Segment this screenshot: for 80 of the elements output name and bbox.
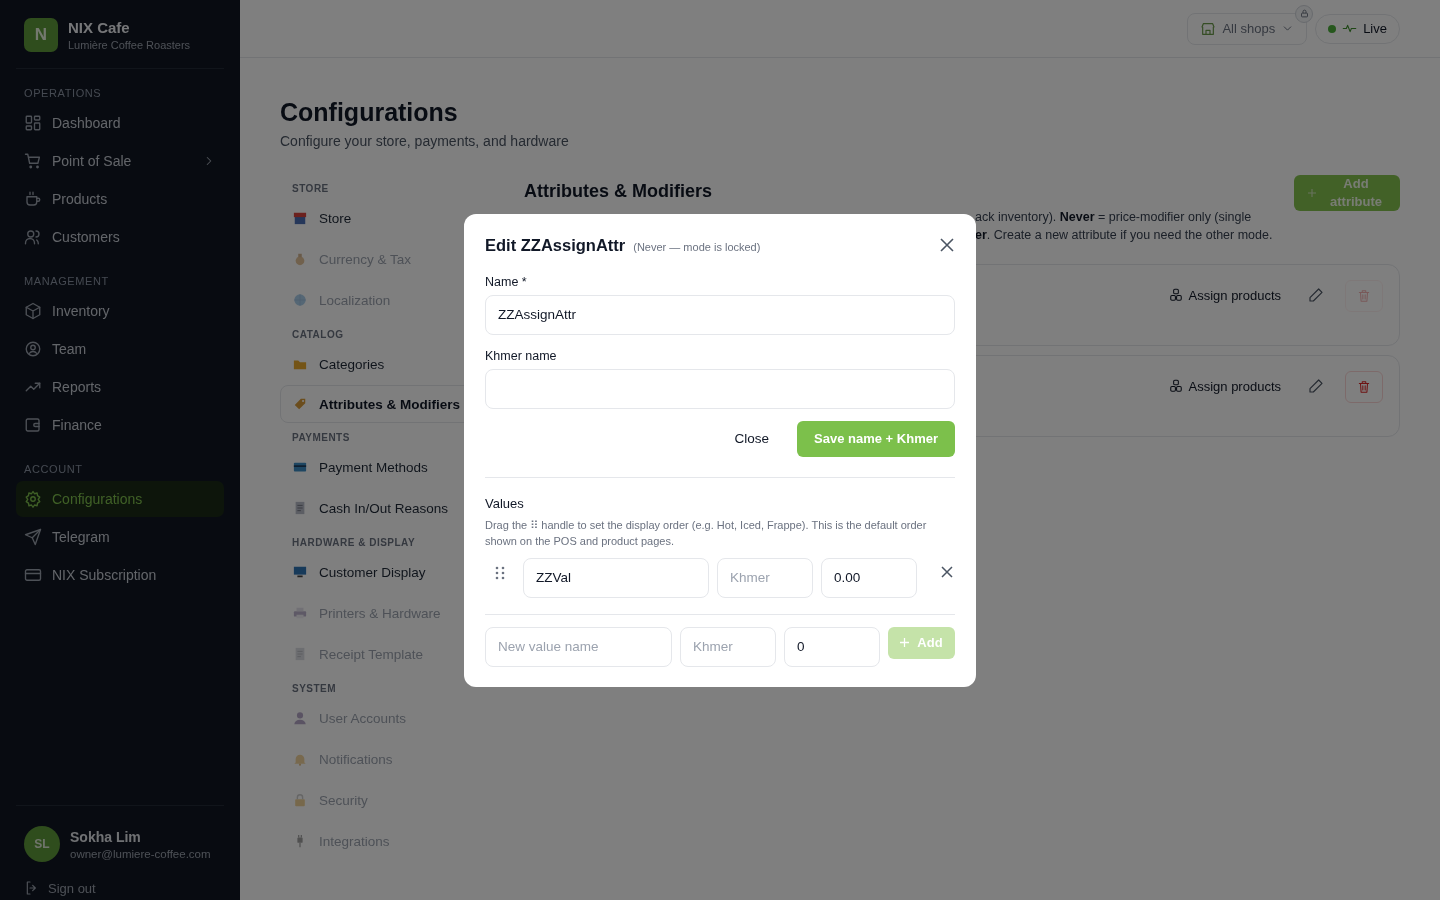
page-title: Configurations (280, 98, 459, 127)
shop-selector[interactable]: All shops (1187, 12, 1308, 45)
card-icon (24, 566, 42, 584)
shop-icon (293, 211, 307, 225)
sidebar-item[interactable]: Dashboard (16, 105, 224, 141)
store-icon (1200, 20, 1217, 37)
nav-section-heading: STORE (291, 182, 330, 196)
sidebar-item[interactable]: Configurations (16, 481, 224, 517)
dashboard-icon (24, 114, 42, 132)
sidebar-item[interactable]: NIX Subscription (16, 557, 224, 593)
drag-handle-icon[interactable] (493, 565, 507, 580)
user-email: owner@lumiere-coffee.com (70, 847, 211, 860)
cart-icon (24, 152, 42, 170)
live-status[interactable]: Live (1315, 13, 1400, 44)
nav-section-heading: HARDWARE & DISPLAY (291, 536, 417, 550)
wallet-icon (24, 416, 42, 434)
assign-products-button[interactable]: Assign products (1162, 280, 1287, 310)
sidebar-item[interactable]: Reports (16, 369, 224, 405)
nav-section-heading: CATALOG (291, 328, 345, 342)
khmer-name-input[interactable] (485, 368, 955, 409)
user-circle-icon (24, 340, 42, 358)
close-button[interactable]: Close (730, 427, 774, 450)
boxes-icon (1168, 288, 1183, 302)
description-text: ack inventory). Never = price-modifier only (single (975, 209, 1253, 226)
boxes-icon (1168, 379, 1183, 393)
monitor-icon (293, 565, 307, 579)
section-heading: OPERATIONS (23, 86, 103, 101)
brand-logo: N (24, 18, 58, 52)
send-icon (24, 528, 42, 546)
users-icon (24, 228, 42, 246)
panel-title: Attributes & Modifiers (524, 181, 713, 202)
plus-icon (1308, 189, 1316, 197)
cup-icon (24, 190, 42, 208)
trash-icon (1357, 380, 1371, 394)
nav-section-heading: PAYMENTS (291, 431, 351, 445)
user-name: Sokha Lim (70, 828, 142, 845)
brand-name: NIX Cafe (68, 19, 131, 36)
box-icon (24, 302, 42, 320)
values-heading: Values (485, 495, 525, 511)
field-label: Khmer name (485, 348, 558, 363)
remove-icon[interactable] (941, 565, 953, 578)
values-help-text: Drag the ⠿ handle to set the display order (e.g. Hot, Iced, Frappe). This is the default order shown on the POS and product pages. (485, 517, 928, 549)
sidebar-item[interactable]: Customers (16, 219, 224, 255)
receipt-icon (293, 501, 307, 515)
section-heading: ACCOUNT (23, 462, 84, 477)
field-label: Name * (485, 274, 528, 289)
sidebar-item[interactable]: Products (16, 181, 224, 217)
settings-icon (24, 490, 42, 508)
sidebar-item[interactable]: Finance (16, 407, 224, 443)
sidebar-item[interactable]: Point of Sale (16, 143, 224, 179)
pencil-icon (1308, 287, 1324, 303)
delete-button[interactable] (1345, 371, 1383, 403)
close-icon[interactable] (939, 237, 955, 253)
nav-section-heading: SYSTEM (291, 682, 338, 696)
pencil-icon (1308, 378, 1324, 394)
save-button[interactable]: Save name + Khmer (797, 420, 955, 457)
brand-subtitle: Lumière Coffee Roasters (68, 39, 191, 51)
settings-nav-item[interactable]: Categories (280, 344, 470, 384)
value-khmer-input[interactable]: Khmer (717, 557, 813, 598)
settings-nav-item[interactable]: Cash In/Out Reasons (280, 488, 470, 528)
sidebar-item[interactable]: Telegram (16, 519, 224, 555)
section-heading: MANAGEMENT (23, 274, 110, 289)
sidebar-item[interactable]: Inventory (16, 293, 224, 329)
plus-icon (900, 638, 910, 647)
settings-nav-item[interactable]: Payment Methods (280, 447, 470, 487)
value-name-input[interactable]: ZZVal (523, 557, 709, 598)
settings-nav-item[interactable]: Store (280, 198, 470, 238)
sign-out-button[interactable]: Sign out (16, 876, 224, 900)
dialog-title: Edit ZZAssignAttr (485, 235, 626, 255)
card-icon (293, 460, 307, 474)
description-text: er. Create a new attribute if you need the other mode. (975, 227, 1273, 244)
value-price-input[interactable]: 0.00 (821, 557, 917, 598)
user-avatar: SL (24, 826, 60, 862)
tag-icon (293, 397, 307, 411)
settings-nav-item[interactable]: Customer Display (280, 552, 470, 592)
assign-products-button[interactable]: Assign products (1162, 371, 1287, 401)
sidebar-item[interactable]: Team (16, 331, 224, 367)
name-input[interactable]: ZZAssignAttr (485, 294, 955, 335)
page-subtitle: Configure your store, payments, and hardware (280, 133, 570, 149)
dialog-note: (Never — mode is locked) (633, 240, 762, 253)
